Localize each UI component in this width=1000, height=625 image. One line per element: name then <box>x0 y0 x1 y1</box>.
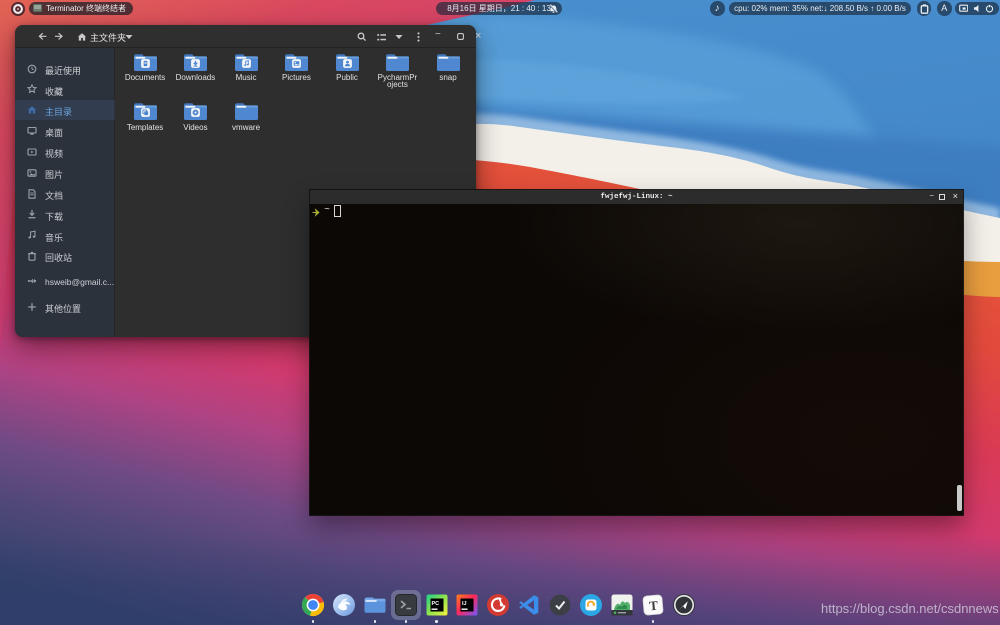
svg-text:IJ: IJ <box>462 601 467 607</box>
svg-text:PC: PC <box>431 601 439 607</box>
svg-text:T: T <box>649 598 659 614</box>
